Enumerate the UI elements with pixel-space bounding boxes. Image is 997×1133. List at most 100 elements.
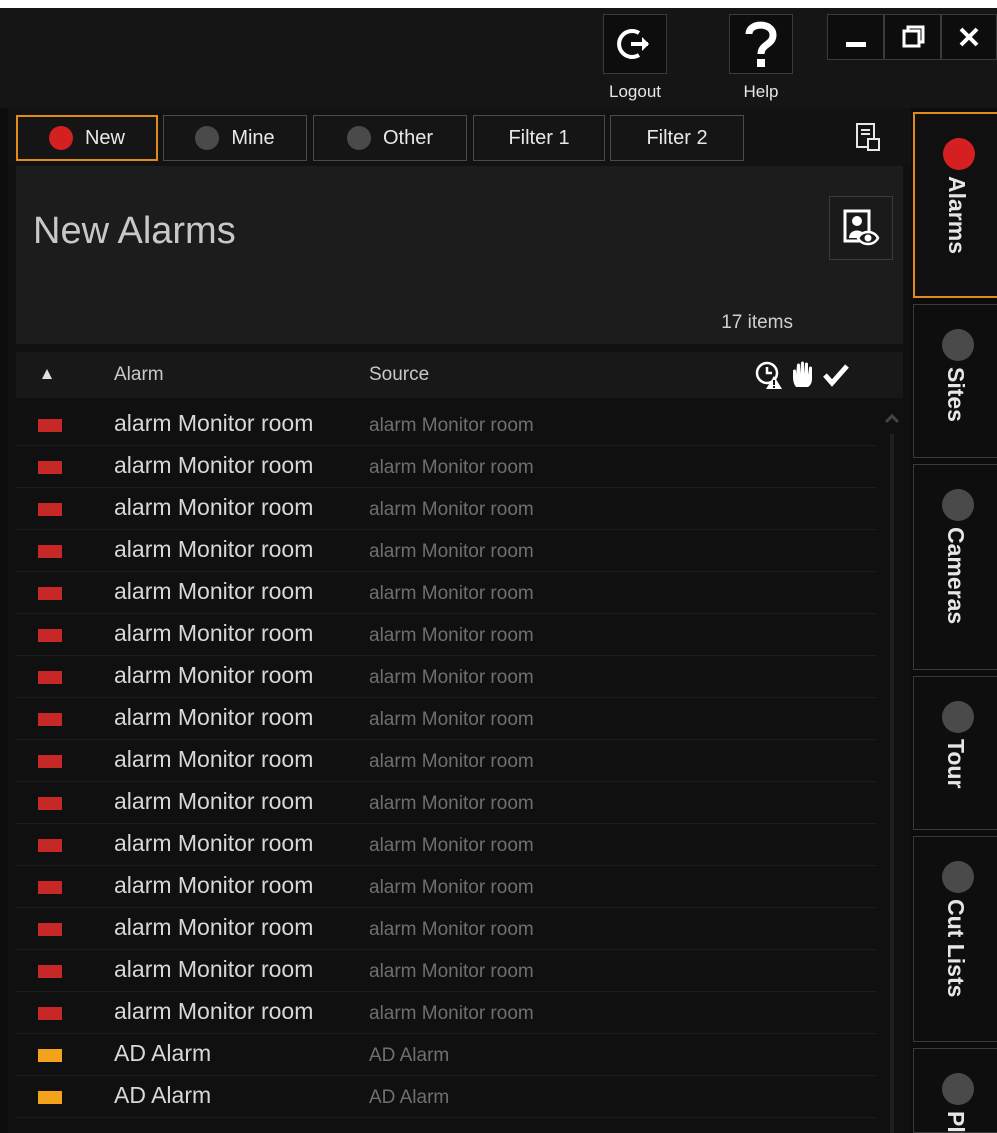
filter-label: Other	[382, 126, 434, 149]
cell-source: alarm Monitor room	[369, 919, 534, 940]
cell-source: alarm Monitor room	[369, 877, 534, 898]
status-dot-icon	[346, 126, 371, 150]
tab-tour[interactable]: Tour	[913, 676, 997, 830]
filter-2-button[interactable]: Filter 2	[610, 115, 744, 161]
close-icon	[959, 27, 979, 47]
table-row[interactable]: AD Alarm AD Alarm	[16, 1076, 876, 1118]
minimize-button[interactable]	[827, 14, 884, 60]
clock-warning-icon[interactable]	[754, 360, 784, 390]
tab-sites[interactable]: Sites	[913, 304, 997, 458]
table-row[interactable]: alarm Monitor room alarm Monitor room	[16, 908, 876, 950]
cell-alarm: alarm Monitor room	[114, 788, 314, 814]
tab-cameras[interactable]: Cameras	[913, 464, 997, 670]
cell-alarm: alarm Monitor room	[114, 578, 314, 604]
tab-label: Sites	[943, 367, 969, 422]
cell-source: alarm Monitor room	[369, 499, 534, 520]
priority-swatch-icon	[38, 713, 62, 726]
table-row[interactable]: alarm Monitor room alarm Monitor room	[16, 740, 876, 782]
tab-label: Tour	[943, 739, 969, 789]
tab-label: Alarms	[944, 176, 970, 254]
cell-source: alarm Monitor room	[369, 415, 534, 436]
priority-swatch-icon	[38, 881, 62, 894]
priority-swatch-icon	[38, 671, 62, 684]
cell-alarm: alarm Monitor room	[114, 872, 314, 898]
table-row[interactable]: alarm Monitor room alarm Monitor room	[16, 698, 876, 740]
scrollbar[interactable]	[884, 404, 900, 1133]
table-row[interactable]: alarm Monitor room alarm Monitor room	[16, 824, 876, 866]
title-bar: Logout Help	[0, 0, 997, 108]
logout-label: Logout	[609, 82, 661, 101]
priority-swatch-icon	[38, 755, 62, 768]
view-alarm-button[interactable]	[829, 196, 893, 260]
table-row[interactable]: alarm Monitor room alarm Monitor room	[16, 404, 876, 446]
status-dot-icon	[942, 861, 974, 893]
page-title: New Alarms	[33, 210, 236, 252]
table-row[interactable]: alarm Monitor room alarm Monitor room	[16, 614, 876, 656]
logout-icon	[617, 29, 649, 59]
cell-alarm: alarm Monitor room	[114, 704, 314, 730]
table-row[interactable]: alarm Monitor room alarm Monitor room	[16, 446, 876, 488]
filter-label: New	[84, 126, 125, 149]
filter-1-button[interactable]: Filter 1	[473, 115, 605, 161]
layout-toggle-icon[interactable]	[855, 122, 881, 152]
help-button[interactable]	[729, 14, 793, 74]
sort-ascending-icon[interactable]	[42, 369, 52, 379]
column-source[interactable]: Source	[369, 364, 429, 386]
status-dot-icon	[195, 126, 220, 150]
tab-label: Pl	[943, 1111, 969, 1133]
table-row[interactable]: alarm Monitor room alarm Monitor room	[16, 572, 876, 614]
tab-cut-lists[interactable]: Cut Lists	[913, 836, 997, 1042]
cell-source: alarm Monitor room	[369, 1003, 534, 1024]
cell-alarm: alarm Monitor room	[114, 998, 314, 1024]
table-row[interactable]: alarm Monitor room alarm Monitor room	[16, 782, 876, 824]
priority-swatch-icon	[38, 797, 62, 810]
cell-alarm: alarm Monitor room	[114, 830, 314, 856]
table-row[interactable]: alarm Monitor room alarm Monitor room	[16, 488, 876, 530]
tab-label: Cut Lists	[943, 899, 969, 998]
priority-swatch-icon	[38, 1007, 62, 1020]
table-row[interactable]: AD Alarm AD Alarm	[16, 1034, 876, 1076]
table-row[interactable]: alarm Monitor room alarm Monitor room	[16, 866, 876, 908]
column-alarm[interactable]: Alarm	[114, 364, 164, 386]
scroll-track[interactable]	[890, 434, 894, 1133]
column-header: Alarm Source	[16, 352, 903, 398]
cell-alarm: alarm Monitor room	[114, 914, 314, 940]
filter-label: Filter 1	[508, 126, 570, 149]
cell-source: AD Alarm	[369, 1045, 450, 1066]
alarm-list-header: New Alarms 17 items	[16, 166, 903, 344]
tab-alarms[interactable]: Alarms	[913, 112, 997, 298]
priority-swatch-icon	[38, 965, 62, 978]
cell-source: AD Alarm	[369, 1087, 450, 1108]
priority-swatch-icon	[38, 1091, 62, 1104]
priority-swatch-icon	[38, 503, 62, 516]
cell-source: alarm Monitor room	[369, 541, 534, 562]
tab-playback[interactable]: Pl	[913, 1048, 997, 1133]
priority-swatch-icon	[38, 587, 62, 600]
close-button[interactable]	[941, 14, 997, 60]
priority-swatch-icon	[38, 839, 62, 852]
cell-alarm: alarm Monitor room	[114, 452, 314, 478]
table-row[interactable]: alarm Monitor room alarm Monitor room	[16, 992, 876, 1034]
filter-other-button[interactable]: Other	[313, 115, 467, 161]
priority-swatch-icon	[38, 545, 62, 558]
side-tabs: Alarms Sites Cameras Tour Cut Lists Pl	[911, 108, 997, 1133]
restore-button[interactable]	[884, 14, 941, 60]
filter-bar: New Mine Other Filter 1 Filter 2	[8, 108, 911, 166]
filter-mine-button[interactable]: Mine	[163, 115, 307, 161]
cell-alarm: alarm Monitor room	[114, 620, 314, 646]
table-row[interactable]: alarm Monitor room alarm Monitor room	[16, 530, 876, 572]
status-dot-icon	[942, 1073, 974, 1105]
tab-label: Cameras	[943, 527, 969, 625]
filter-new-button[interactable]: New	[16, 115, 158, 161]
chevron-up-icon[interactable]	[884, 412, 900, 426]
cell-alarm: AD Alarm	[114, 1040, 212, 1066]
table-row[interactable]: alarm Monitor room alarm Monitor room	[16, 950, 876, 992]
logout-button[interactable]	[603, 14, 667, 74]
acknowledge-check-icon[interactable]	[822, 362, 850, 388]
table-row[interactable]: alarm Monitor room alarm Monitor room	[16, 656, 876, 698]
alarm-view-icon	[843, 209, 880, 246]
hand-icon[interactable]	[790, 361, 816, 389]
cell-source: alarm Monitor room	[369, 625, 534, 646]
filter-label: Filter 2	[646, 126, 708, 149]
cell-source: alarm Monitor room	[369, 709, 534, 730]
